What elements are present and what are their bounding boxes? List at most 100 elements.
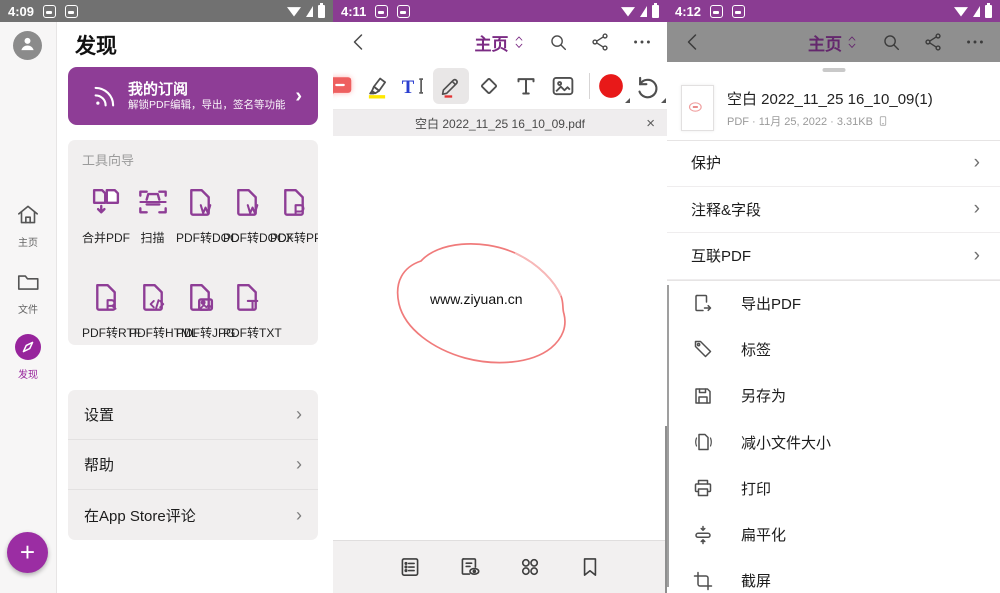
avatar[interactable] [13,31,42,60]
chevron-right-icon: › [974,152,980,174]
save-icon [691,384,715,408]
nav-title[interactable]: 主页 [475,30,509,55]
text-edit-icon[interactable]: T [398,71,428,101]
file-thumbnail [681,85,714,131]
drag-handle[interactable] [822,68,845,72]
sidebar-item[interactable]: 文件 [0,269,56,316]
status-time: 4:12 [675,4,701,19]
person-icon [17,33,38,59]
tool-item[interactable]: PDF转TXT [223,278,270,341]
banner-title: 我的订阅 [128,81,188,98]
discover-screen: 4:09 主页 文件 发现 + 发现 [0,0,333,593]
doc-view-icon[interactable] [457,554,483,580]
status-bar: 4:12 [667,0,1000,22]
sidebar-item[interactable]: 主页 [0,202,56,249]
tool-item[interactable]: PDF转RTF [82,278,129,341]
pdf-to-ppt-icon [275,183,313,221]
close-tab-icon[interactable]: × [646,115,655,132]
more-icon[interactable] [631,31,653,53]
signal-icon [640,6,647,17]
sidebar-item[interactable]: 发现 [0,334,56,381]
export-pdf-icon [691,291,715,315]
more-icon [964,31,986,53]
bottom-sheet: 空白 2022_11_25 16_10_09(1) PDF · 11月 25, … [667,62,1000,593]
red-ink-annotation [333,136,667,540]
pencil-icon[interactable] [433,68,469,104]
folder-icon [15,269,41,295]
eraser-icon[interactable] [474,71,504,101]
back-icon[interactable] [681,30,705,54]
highlighter-icon[interactable] [362,71,392,101]
pdf-editor-screen: 4:11 主页 T 空白 2022_11_25 16_10_09.pdf [333,0,667,593]
red-color-icon[interactable] [596,71,626,101]
comment-note-icon[interactable] [333,71,355,101]
subscription-banner[interactable]: 我的订阅 解锁PDF编辑，导出，签名等功能 › [68,67,318,125]
menu-link-row[interactable]: 注释&字段 › [667,187,1000,234]
text-icon[interactable] [511,71,541,101]
tool-item[interactable]: PDF转HTML [129,278,176,341]
status-bar: 4:11 [333,0,667,22]
pdf-to-rtf-icon [87,278,125,316]
menu-item[interactable]: 另存为 [667,373,1000,419]
tool-item[interactable]: 合并PDF [82,183,129,246]
chevron-right-icon: › [295,85,302,108]
chevron-right-icon: › [974,245,980,267]
caret-corner-icon [625,98,630,103]
signal-icon [973,6,980,17]
tool-item[interactable]: PDF转DOC [176,183,223,246]
settings-row[interactable]: 设置 › [68,390,318,440]
notification-app-icon [732,5,745,18]
menu-item[interactable]: 导出PDF [667,280,1000,326]
flatten-icon [691,523,715,547]
battery-icon [318,5,325,18]
pdf-to-docx-icon [228,183,266,221]
caret-updown-icon [845,34,859,50]
share-icon [922,31,944,53]
document-tab[interactable]: 空白 2022_11_25 16_10_09.pdf [333,115,667,132]
page-text: www.ziyuan.cn [430,291,523,307]
image-icon[interactable] [548,71,578,101]
settings-card: 设置 › 帮助 › 在App Store评论 › [68,390,318,540]
pdf-to-jpg-icon [181,278,219,316]
menu-link-row[interactable]: 互联PDF › [667,233,1000,280]
menu-link-row[interactable]: 保护 › [667,140,1000,187]
chevron-right-icon: › [296,505,302,526]
bookmark-icon[interactable] [577,554,603,580]
status-time: 4:09 [8,4,34,19]
tag-icon [691,337,715,361]
menu-item[interactable]: 打印 [667,465,1000,511]
status-bar: 4:09 [0,0,333,22]
menu-item[interactable]: 减小文件大小 [667,419,1000,465]
file-name: 空白 2022_11_25 16_10_09(1) [727,88,933,109]
thumbnails-icon[interactable] [517,554,543,580]
reduce-size-icon [691,430,715,454]
menu-item[interactable]: 标签 [667,326,1000,372]
menu-item[interactable]: 扁平化 [667,511,1000,557]
compass-icon [15,334,41,360]
tool-item[interactable]: PDF转JPG [176,278,223,341]
document-menu-screen: 4:12 主页 [667,0,1000,593]
tool-item[interactable]: PDF转DOCX [223,183,270,246]
settings-row[interactable]: 在App Store评论 › [68,490,318,540]
menu-item[interactable]: 截屏 [667,558,1000,593]
tool-item[interactable]: 扫描 [129,183,176,246]
notification-image-icon [710,5,723,18]
pdf-canvas[interactable]: www.ziyuan.cn [333,136,667,540]
nav-bar: 主页 [333,22,667,62]
back-icon[interactable] [347,30,371,54]
pdf-to-html-icon [134,278,172,316]
crop-icon [691,569,715,593]
add-button[interactable]: + [7,532,48,573]
search-icon [880,31,902,53]
outline-list-icon[interactable] [397,554,423,580]
app: 4:09 主页 文件 发现 + 发现 [0,0,1000,593]
banner-subtitle: 解锁PDF编辑，导出，签名等功能 [128,99,289,112]
settings-row[interactable]: 帮助 › [68,440,318,490]
share-icon[interactable] [589,31,611,53]
tool-item[interactable]: PDF转PPT [270,183,317,246]
document-tab-bar: 空白 2022_11_25 16_10_09.pdf × [333,110,667,136]
search-icon[interactable] [547,31,569,53]
tool-item[interactable]: PDF转 [317,183,318,246]
status-time: 4:11 [341,4,366,19]
undo-icon[interactable] [632,71,662,101]
